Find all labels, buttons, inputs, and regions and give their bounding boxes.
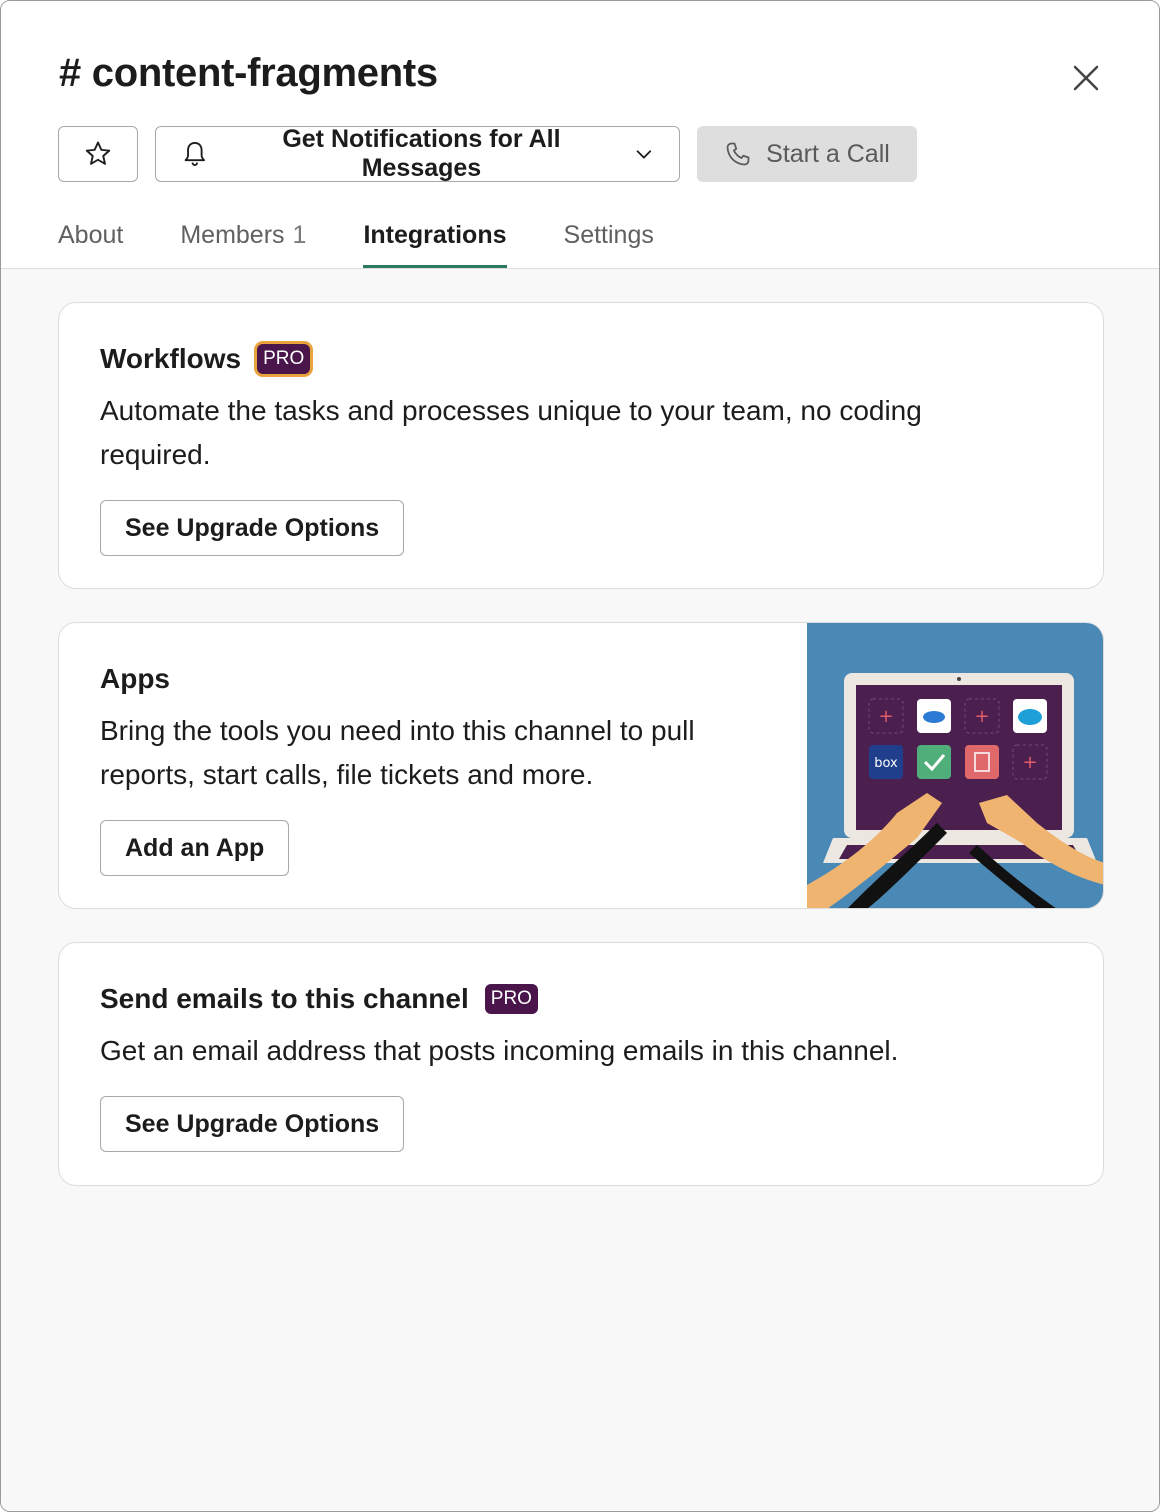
pro-badge: PRO xyxy=(484,984,538,1014)
box-app-label: box xyxy=(874,756,898,771)
email-channel-card: Send emails to this channel PRO Get an e… xyxy=(58,942,1104,1186)
pro-badge: PRO xyxy=(257,344,311,374)
tab-about-label: About xyxy=(58,221,124,249)
tab-settings-label: Settings xyxy=(563,221,654,249)
tab-integrations-label: Integrations xyxy=(363,221,507,249)
apps-title: Apps xyxy=(100,663,170,694)
members-count: 1 xyxy=(292,221,307,249)
see-upgrade-options-button[interactable]: See Upgrade Options xyxy=(100,1096,405,1152)
apps-description: Bring the tools you need into this chann… xyxy=(100,715,695,790)
apps-illustration: + + box + xyxy=(807,623,1103,908)
tab-integrations[interactable]: Integrations xyxy=(363,211,507,268)
close-icon xyxy=(1073,65,1099,91)
svg-text:+: + xyxy=(878,706,893,727)
email-description: Get an email address that posts incoming… xyxy=(100,1035,899,1066)
tab-about[interactable]: About xyxy=(58,211,123,268)
header-actions: Get Notifications for All Messages Start… xyxy=(58,125,917,182)
tab-bar: About Members 1 Integrations Settings xyxy=(58,211,711,269)
email-title-text: Send emails to this channel xyxy=(100,983,469,1014)
bell-icon xyxy=(184,141,205,167)
integrations-panel: Workflows PRO Automate the tasks and pro… xyxy=(1,269,1159,1511)
tab-members-label: Members xyxy=(180,221,285,249)
chevron-down-icon xyxy=(636,150,652,159)
svg-text:+: + xyxy=(974,706,989,727)
notification-preferences-button[interactable]: Get Notifications for All Messages xyxy=(155,125,680,182)
workflows-title: Workflows PRO xyxy=(100,339,311,379)
workflows-card: Workflows PRO Automate the tasks and pro… xyxy=(58,302,1104,589)
modal-header: # content-fragments Get Notifications fo… xyxy=(1,1,1159,269)
email-title: Send emails to this channel PRO xyxy=(100,979,538,1019)
close-button[interactable] xyxy=(1065,57,1107,99)
channel-title: # content-fragments xyxy=(59,51,438,95)
star-icon xyxy=(85,141,111,165)
add-app-button[interactable]: Add an App xyxy=(100,820,290,876)
tab-members[interactable]: Members 1 xyxy=(180,211,306,268)
star-channel-button[interactable] xyxy=(58,126,138,182)
workflows-title-text: Workflows xyxy=(100,343,242,374)
see-upgrade-options-button[interactable]: See Upgrade Options xyxy=(100,500,405,556)
start-call-button[interactable]: Start a Call xyxy=(697,126,917,182)
phone-icon xyxy=(726,142,750,166)
svg-text:+: + xyxy=(1022,752,1037,773)
notification-label: Get Notifications for All Messages xyxy=(282,125,561,182)
tab-settings[interactable]: Settings xyxy=(564,211,654,268)
start-call-label: Start a Call xyxy=(766,139,890,168)
apps-card: Apps Bring the tools you need into this … xyxy=(58,622,1104,909)
channel-details-modal: # content-fragments Get Notifications fo… xyxy=(0,0,1160,1512)
workflows-description: Automate the tasks and processes unique … xyxy=(100,395,922,470)
